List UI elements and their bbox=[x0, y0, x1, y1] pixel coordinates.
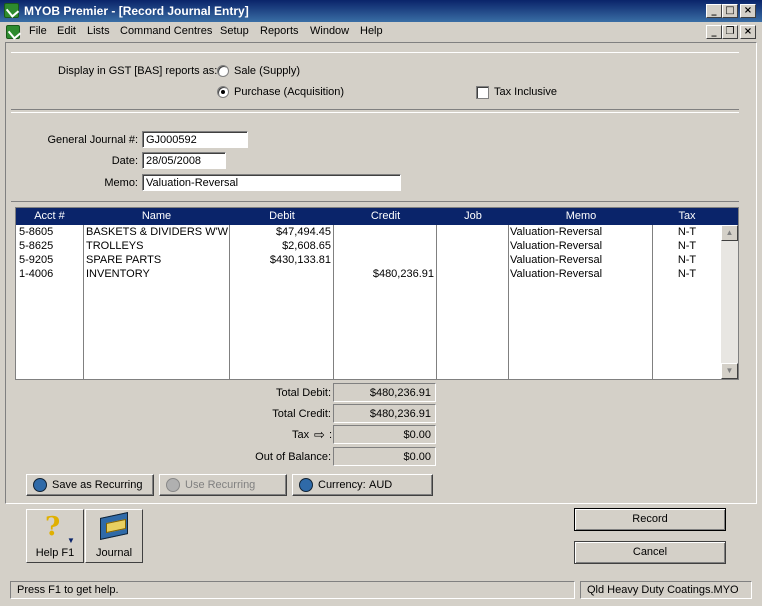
acct-cell[interactable]: 5-8605 bbox=[19, 226, 53, 238]
currency-value: AUD bbox=[369, 479, 393, 491]
memo-cell[interactable]: Valuation-Reversal bbox=[510, 254, 650, 266]
menu-reports[interactable]: Reports bbox=[260, 25, 299, 37]
chevron-down-icon: ▼ bbox=[67, 536, 75, 545]
currency-icon bbox=[299, 478, 313, 492]
out-of-balance-value: $0.00 bbox=[333, 447, 436, 466]
gst-label: Display in GST [BAS] reports as: bbox=[58, 65, 218, 77]
help-f1-button[interactable]: ? ▼ Help F1 bbox=[26, 509, 84, 563]
recurring-icon bbox=[166, 478, 180, 492]
record-button[interactable]: Record bbox=[574, 508, 726, 531]
menu-help[interactable]: Help bbox=[360, 25, 383, 37]
table-row[interactable]: 5-8605 BASKETS & DIVIDERS W'WI $47,494.4… bbox=[16, 226, 721, 240]
menu-window[interactable]: Window bbox=[310, 25, 349, 37]
tax-arrow-icon[interactable]: ⇨ bbox=[314, 427, 325, 443]
menu-edit[interactable]: Edit bbox=[57, 25, 76, 37]
acct-cell[interactable]: 5-8625 bbox=[19, 240, 53, 252]
sale-radio[interactable] bbox=[217, 65, 229, 77]
status-company-file: Qld Heavy Duty Coatings.MYO bbox=[580, 581, 752, 599]
maximize-button[interactable]: □ bbox=[722, 4, 738, 18]
title-bar: MYOB Premier - [Record Journal Entry] _ … bbox=[0, 0, 762, 22]
tax-cell[interactable]: N-T bbox=[653, 268, 721, 280]
tax-inclusive-label[interactable]: Tax Inclusive bbox=[494, 86, 557, 98]
col-name[interactable]: Name bbox=[84, 210, 229, 222]
currency-button[interactable]: Currency: AUD bbox=[292, 474, 433, 496]
memo-label: Memo: bbox=[104, 177, 138, 189]
debit-cell[interactable]: $2,608.65 bbox=[230, 240, 331, 252]
total-debit-value: $480,236.91 bbox=[333, 383, 436, 402]
tax-total-value: $0.00 bbox=[333, 425, 436, 444]
journal-number-field[interactable]: GJ000592 bbox=[142, 131, 248, 148]
out-of-balance-label: Out of Balance: bbox=[255, 451, 331, 463]
close-button[interactable]: × bbox=[740, 4, 756, 18]
status-bar: Press F1 to get help. Qld Heavy Duty Coa… bbox=[0, 580, 762, 606]
purchase-radio[interactable] bbox=[217, 86, 229, 98]
name-cell[interactable]: BASKETS & DIVIDERS W'WI bbox=[86, 226, 229, 238]
col-debit[interactable]: Debit bbox=[230, 210, 334, 222]
tax-cell[interactable]: N-T bbox=[653, 226, 721, 238]
memo-cell[interactable]: Valuation-Reversal bbox=[510, 240, 650, 252]
acct-cell[interactable]: 1-4006 bbox=[19, 268, 53, 280]
table-row[interactable]: 5-8625 TROLLEYS $2,608.65 Valuation-Reve… bbox=[16, 240, 721, 254]
name-cell[interactable]: SPARE PARTS bbox=[86, 254, 229, 266]
child-restore-button[interactable]: ❐ bbox=[722, 25, 738, 39]
total-credit-label: Total Credit: bbox=[272, 408, 331, 420]
journal-button[interactable]: Journal bbox=[85, 509, 143, 563]
date-label: Date: bbox=[111, 155, 138, 167]
gst-section bbox=[11, 52, 739, 110]
memo-cell[interactable]: Valuation-Reversal bbox=[510, 226, 650, 238]
cancel-button[interactable]: Cancel bbox=[574, 541, 726, 564]
col-tax[interactable]: Tax bbox=[653, 210, 721, 222]
save-as-recurring-button[interactable]: Save as Recurring bbox=[26, 474, 154, 496]
menu-file[interactable]: File bbox=[29, 25, 47, 37]
menu-lists[interactable]: Lists bbox=[87, 25, 110, 37]
tax-cell[interactable]: N-T bbox=[653, 254, 721, 266]
purchase-radio-label[interactable]: Purchase (Acquisition) bbox=[234, 86, 344, 98]
total-credit-value: $480,236.91 bbox=[333, 404, 436, 423]
child-close-button[interactable]: × bbox=[740, 25, 756, 39]
minimize-button[interactable]: _ bbox=[706, 4, 722, 18]
table-row[interactable]: 1-4006 INVENTORY $480,236.91 Valuation-R… bbox=[16, 268, 721, 282]
use-recurring-button[interactable]: Use Recurring bbox=[159, 474, 287, 496]
tax-label: Tax bbox=[292, 429, 310, 441]
child-minimize-button[interactable]: _ bbox=[706, 25, 722, 39]
name-cell[interactable]: TROLLEYS bbox=[86, 240, 229, 252]
col-job[interactable]: Job bbox=[437, 210, 509, 222]
tax-cell[interactable]: N-T bbox=[653, 240, 721, 252]
debit-cell[interactable]: $430,133.81 bbox=[230, 254, 331, 266]
table-header: Acct # Name Debit Credit Job Memo Tax bbox=[16, 208, 738, 225]
memo-field[interactable]: Valuation-Reversal bbox=[142, 174, 401, 191]
help-question-icon: ? bbox=[45, 512, 61, 542]
document-icon[interactable] bbox=[6, 25, 20, 39]
name-cell[interactable]: INVENTORY bbox=[86, 268, 229, 280]
journal-lines-table: Acct # Name Debit Credit Job Memo Tax 5-… bbox=[15, 207, 739, 380]
col-memo[interactable]: Memo bbox=[509, 210, 653, 222]
status-help-text: Press F1 to get help. bbox=[10, 581, 575, 599]
tax-inclusive-checkbox[interactable] bbox=[476, 86, 489, 99]
myob-app-icon[interactable] bbox=[4, 3, 19, 18]
tax-colon: : bbox=[329, 429, 333, 441]
date-field[interactable]: 28/05/2008 bbox=[142, 152, 226, 169]
total-debit-label: Total Debit: bbox=[275, 387, 331, 399]
debit-cell[interactable]: $47,494.45 bbox=[230, 226, 331, 238]
journal-number-label: General Journal #: bbox=[47, 134, 139, 146]
memo-cell[interactable]: Valuation-Reversal bbox=[510, 268, 650, 280]
col-credit[interactable]: Credit bbox=[334, 210, 437, 222]
scroll-down-arrow-icon[interactable]: ▼ bbox=[721, 363, 738, 379]
credit-cell[interactable]: $480,236.91 bbox=[334, 268, 434, 280]
vertical-scrollbar[interactable]: ▲ ▼ bbox=[721, 225, 738, 379]
sale-radio-label[interactable]: Sale (Supply) bbox=[234, 65, 300, 77]
window-title: MYOB Premier - [Record Journal Entry] bbox=[24, 4, 249, 18]
table-row[interactable]: 5-9205 SPARE PARTS $430,133.81 Valuation… bbox=[16, 254, 721, 268]
scroll-up-arrow-icon[interactable]: ▲ bbox=[721, 225, 738, 241]
recurring-icon bbox=[33, 478, 47, 492]
col-acct[interactable]: Acct # bbox=[16, 210, 83, 222]
menu-setup[interactable]: Setup bbox=[220, 25, 249, 37]
menu-bar: File Edit Lists Command Centres Setup Re… bbox=[0, 22, 762, 42]
menu-command-centres[interactable]: Command Centres bbox=[120, 25, 212, 37]
acct-cell[interactable]: 5-9205 bbox=[19, 254, 53, 266]
